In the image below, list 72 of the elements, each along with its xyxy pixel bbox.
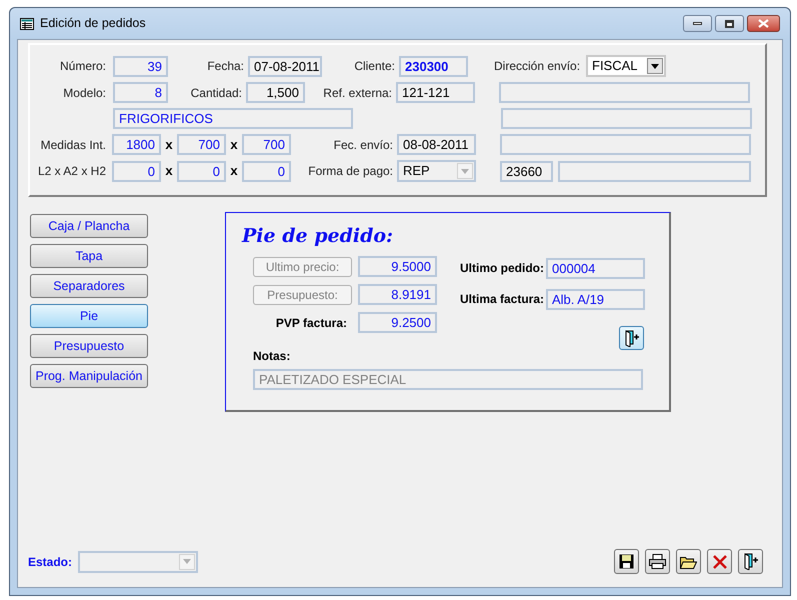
window-title: Edición de pedidos xyxy=(40,15,146,32)
close-button[interactable] xyxy=(747,15,780,32)
field-label: PVP factura: xyxy=(276,314,347,332)
exit-door-icon xyxy=(742,553,758,570)
field-label: Notas: xyxy=(253,348,290,365)
input-field[interactable]: 1800 xyxy=(112,134,161,155)
input-field[interactable]: 8 xyxy=(113,82,168,103)
input-field[interactable] xyxy=(499,82,750,103)
input-field[interactable]: 39 xyxy=(113,56,168,76)
nav-button[interactable]: Presupuesto xyxy=(30,334,148,358)
field-label: Ultima factura: xyxy=(460,292,544,306)
nav-button[interactable]: Pie xyxy=(30,304,148,328)
save-button[interactable] xyxy=(614,549,639,574)
nav-button[interactable]: Separadores xyxy=(30,274,148,298)
input-field[interactable]: 000004 xyxy=(546,258,645,278)
open-button[interactable] xyxy=(676,549,701,574)
field-label: Número: xyxy=(60,58,106,75)
input-field[interactable]: 07-08-2011 xyxy=(248,56,322,76)
input-field[interactable]: 700 xyxy=(177,134,226,155)
times-sign: x xyxy=(165,162,173,180)
times-sign: x xyxy=(165,136,173,154)
minimize-icon xyxy=(693,22,702,25)
input-field[interactable] xyxy=(558,160,751,182)
field-label: Dirección envío: xyxy=(494,58,580,75)
table-icon xyxy=(20,18,34,30)
exit-door-icon xyxy=(624,330,640,346)
input-field[interactable]: Alb. A/19 xyxy=(546,288,645,310)
minimize-button[interactable] xyxy=(683,15,712,32)
input-field[interactable]: 0 xyxy=(177,160,226,182)
field-label: Fecha: xyxy=(207,58,244,75)
input-field[interactable]: 0 xyxy=(242,160,291,182)
input-field[interactable]: 230300 xyxy=(399,56,468,76)
nav-button[interactable]: Tapa xyxy=(30,244,148,268)
maximize-icon xyxy=(725,20,734,28)
input-field[interactable]: FRIGORIFICOS xyxy=(113,108,353,129)
nav-button[interactable]: Caja / Plancha xyxy=(30,214,148,238)
caret-icon xyxy=(647,58,663,74)
input-field[interactable]: 700 xyxy=(242,134,291,155)
input-field[interactable]: 1,500 xyxy=(246,82,305,103)
input-field[interactable]: 0 xyxy=(112,160,161,182)
field-label: Forma de pago: xyxy=(308,163,393,180)
field-label: L2 x A2 x H2 xyxy=(38,163,106,180)
delete-button[interactable] xyxy=(707,549,732,574)
exit-button[interactable] xyxy=(738,549,763,574)
times-sign: x xyxy=(230,136,238,154)
exit-button[interactable] xyxy=(619,326,644,350)
field-label: Cliente: xyxy=(354,58,395,75)
close-icon xyxy=(758,19,769,28)
input-field[interactable]: 23660 xyxy=(500,160,553,182)
panel-title: Pie de pedido: xyxy=(242,227,394,246)
printer-icon xyxy=(649,554,666,569)
maximize-button[interactable] xyxy=(715,15,744,32)
print-button[interactable] xyxy=(645,549,670,574)
input-field[interactable]: 121-121 xyxy=(396,82,475,103)
field-label: Fec. envío: xyxy=(334,136,393,154)
dropdown[interactable]: FISCAL xyxy=(586,55,666,77)
close-icon xyxy=(712,554,726,568)
times-sign: x xyxy=(230,162,238,180)
field-label: Cantidad: xyxy=(190,84,242,102)
input-field[interactable] xyxy=(500,134,751,155)
field-label: Modelo: xyxy=(63,84,106,102)
input-field[interactable]: 9.2500 xyxy=(358,312,437,333)
caret-icon xyxy=(457,163,473,179)
field-label: Ultimo pedido: xyxy=(460,261,544,275)
caret-icon xyxy=(179,554,196,570)
nav-button[interactable]: Prog. Manipulación xyxy=(30,364,148,388)
field-label: Medidas Int. xyxy=(40,136,106,154)
folder-icon xyxy=(680,554,697,568)
field-label: Ref. externa: xyxy=(323,84,392,102)
field-label: Estado: xyxy=(28,554,72,570)
input-field[interactable]: 08-08-2011 xyxy=(397,134,476,155)
input-field[interactable] xyxy=(501,108,752,129)
